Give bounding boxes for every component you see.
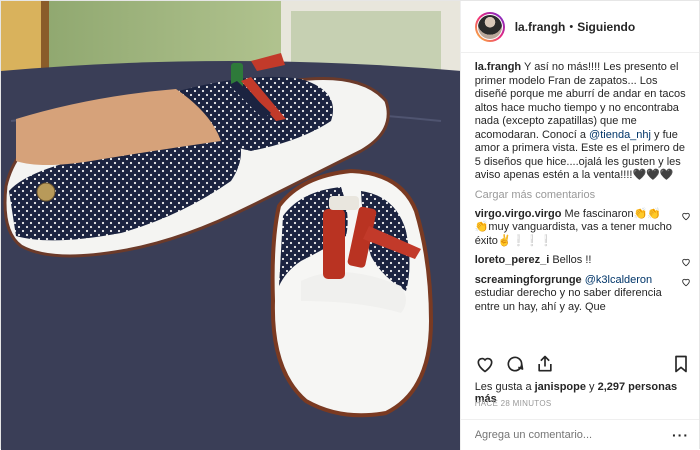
comment-item: loreto_perez_i Bellos !! <box>475 254 691 268</box>
comment-text: Bellos !! <box>552 254 592 266</box>
likes-middle: y <box>585 381 598 393</box>
comment-mention[interactable]: @k3lcalderon <box>585 274 652 286</box>
comment-item: screamingforgrunge @k3lcalderon estudiar… <box>475 274 691 315</box>
shoes-photo <box>1 1 460 450</box>
avatar[interactable] <box>474 11 505 42</box>
post-caption: la.frangh Y así no más!!!! Les presento … <box>475 61 691 183</box>
more-options-icon[interactable]: ··· <box>672 427 689 443</box>
likes-user[interactable]: janispope <box>535 381 586 393</box>
post-header: la.frangh • Siguiendo <box>460 1 699 53</box>
heart-icon[interactable] <box>681 211 691 221</box>
comment-text: estudiar derecho y no saber diferencia e… <box>474 287 662 313</box>
comment-icon[interactable] <box>505 354 525 374</box>
header-username[interactable]: la.frangh <box>515 20 566 34</box>
bookmark-icon[interactable] <box>671 354 691 374</box>
header-separator: • <box>569 20 574 33</box>
caption-mention[interactable]: @tienda_nhj <box>589 129 651 141</box>
heart-icon[interactable] <box>475 354 495 374</box>
comment-username[interactable]: loreto_perez_i <box>475 254 550 266</box>
avatar-image <box>477 14 502 39</box>
heart-icon[interactable] <box>681 277 691 287</box>
comment-username[interactable]: screamingforgrunge <box>475 274 582 286</box>
likes-prefix: Les gusta a <box>474 381 535 393</box>
caption-username[interactable]: la.frangh <box>475 61 521 73</box>
follow-status-button[interactable]: Siguiendo <box>577 20 635 34</box>
instagram-post: la.frangh • Siguiendo la.frangh Y así no… <box>0 0 700 450</box>
share-icon[interactable] <box>535 354 555 374</box>
comment-username[interactable]: virgo.virgo.virgo <box>475 208 562 220</box>
add-comment-bar: ··· <box>460 419 699 450</box>
avatar-ring <box>476 13 503 40</box>
comment-item: virgo.virgo.virgo Me fascinaron👏👏👏muy va… <box>475 208 691 249</box>
post-timestamp[interactable]: HACE 28 MINUTOS <box>475 399 552 408</box>
add-comment-input[interactable] <box>474 429 665 441</box>
load-more-comments-button[interactable]: Cargar más comentarios <box>475 189 691 201</box>
post-photo[interactable] <box>1 1 460 450</box>
action-bar <box>475 353 691 375</box>
comments-area[interactable]: la.frangh Y así no más!!!! Les presento … <box>475 61 691 347</box>
post-sidebar: la.frangh • Siguiendo la.frangh Y así no… <box>459 1 699 450</box>
heart-icon[interactable] <box>681 257 691 267</box>
